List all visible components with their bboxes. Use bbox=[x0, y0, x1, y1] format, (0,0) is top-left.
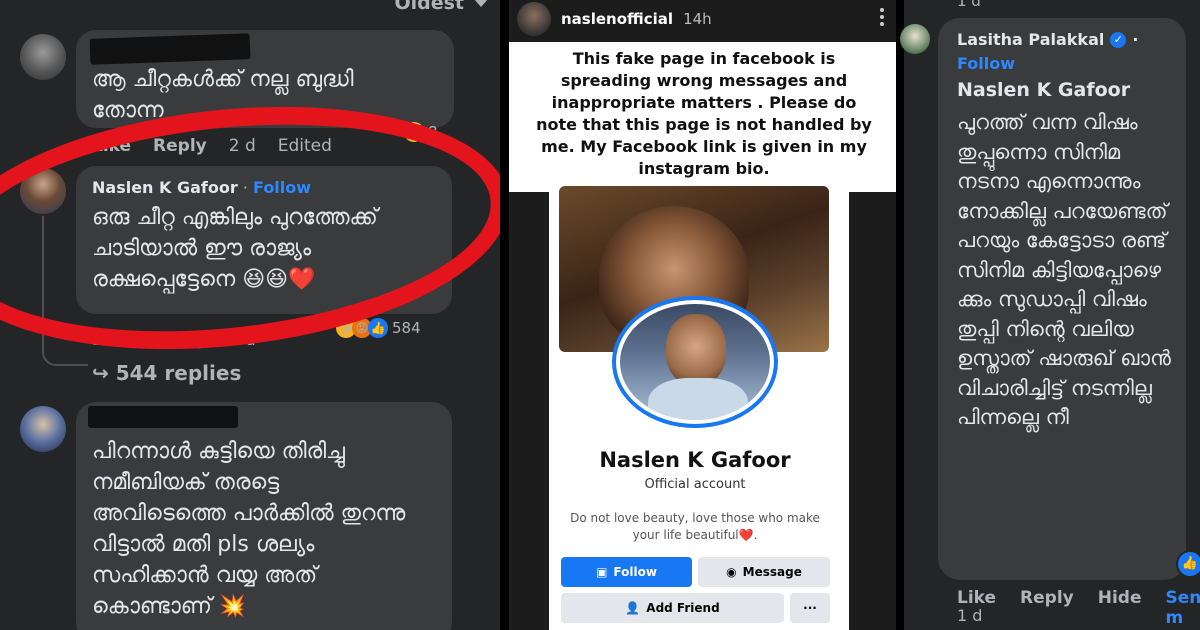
avatar[interactable] bbox=[900, 24, 930, 54]
story-username[interactable]: naslenofficial bbox=[561, 10, 673, 28]
messenger-icon: ◉ bbox=[726, 565, 737, 579]
comment-time[interactable]: 1 d bbox=[957, 606, 982, 625]
add-person-icon: 👤 bbox=[625, 601, 641, 615]
avatar[interactable] bbox=[20, 34, 66, 80]
follow-button-label: Follow bbox=[613, 565, 657, 579]
like-reaction-icon[interactable]: 👍 bbox=[1176, 550, 1200, 578]
message-button-label: Message bbox=[742, 565, 802, 579]
comment-text: പിറന്നാൾ കുട്ടിയെ തിരിച്ചു നമീബിയക് തരട്… bbox=[92, 439, 406, 619]
verified-badge-icon: ✓ bbox=[1110, 31, 1127, 48]
like-icon: 👍 bbox=[368, 318, 388, 338]
follow-icon: ▣ bbox=[596, 565, 608, 579]
separator-dot: · bbox=[1132, 30, 1139, 49]
add-friend-label: Add Friend bbox=[646, 601, 720, 615]
follow-button[interactable]: ▣ Follow bbox=[561, 557, 692, 587]
comment-bubble: പിറന്നാൾ കുട്ടിയെ തിരിച്ചു നമീബിയക് തരട്… bbox=[76, 402, 452, 630]
message-button[interactable]: ◉ Message bbox=[698, 557, 830, 587]
reaction-count: 584 bbox=[392, 319, 421, 337]
avatar[interactable] bbox=[20, 406, 66, 452]
hide-button[interactable]: Hide bbox=[1098, 588, 1142, 628]
comment-author[interactable]: Lasitha Palakkal bbox=[957, 30, 1104, 49]
avatar[interactable] bbox=[517, 2, 551, 36]
story-time: 14h bbox=[683, 10, 712, 28]
profile-subtitle: Official account bbox=[644, 477, 746, 492]
comment-text: പുറത്ത് വന്ന വിഷം തുപ്പുന്നൊ സിനിമ നടനാ … bbox=[957, 110, 1171, 429]
profile-name: Naslen K Gafoor bbox=[599, 448, 791, 472]
chevron-down-icon bbox=[474, 0, 488, 7]
redacted-name bbox=[88, 406, 238, 428]
sort-label: Oldest bbox=[394, 0, 464, 14]
story-notice-text: This fake page in facebook is spreading … bbox=[536, 49, 872, 178]
add-friend-button[interactable]: 👤 Add Friend bbox=[561, 593, 784, 623]
profile-bio: Do not love beauty, love those who make … bbox=[570, 511, 820, 542]
sort-dropdown[interactable]: Oldest bbox=[394, 0, 488, 14]
comment-author-row: Lasitha Palakkal ✓ · bbox=[957, 30, 1138, 49]
left-comments-panel: Oldest ആ ചീറ്റകൾക്ക് നല്ല ബുദ്ധി തോന്ന 😆… bbox=[0, 0, 500, 630]
follow-link[interactable]: Follow bbox=[957, 54, 1015, 73]
more-button[interactable]: ··· bbox=[790, 593, 830, 623]
story-header: naslenofficial 14h bbox=[517, 2, 712, 36]
more-options-icon[interactable] bbox=[880, 8, 884, 26]
send-message-button[interactable]: Send m bbox=[1166, 588, 1200, 628]
previous-comment-time: 1 d bbox=[957, 0, 981, 10]
redacted-name bbox=[89, 33, 251, 65]
reply-button[interactable]: Reply bbox=[1020, 588, 1074, 628]
profile-picture[interactable] bbox=[612, 296, 778, 428]
comment-actions: Like Reply Hide Send m bbox=[957, 588, 1200, 628]
view-replies-link[interactable]: ↪ 544 replies bbox=[92, 361, 241, 385]
tagged-user[interactable]: Naslen K Gafoor bbox=[957, 79, 1130, 101]
